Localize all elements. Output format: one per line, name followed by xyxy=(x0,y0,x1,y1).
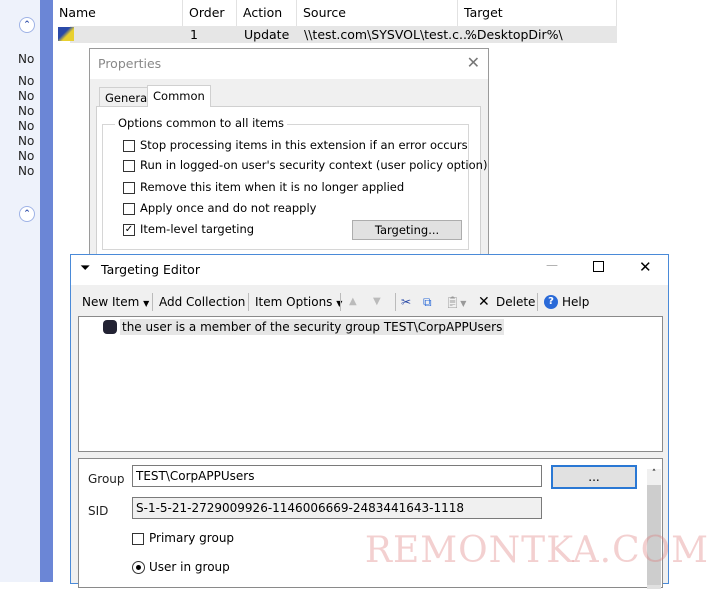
option-remove-item[interactable]: Remove this item when it is no longer ap… xyxy=(123,179,404,195)
option-apply-once[interactable]: Apply once and do not reapply xyxy=(123,200,316,216)
new-item-button[interactable]: New Item ▼ xyxy=(82,291,149,313)
minimize-icon[interactable]: — xyxy=(546,258,558,272)
user-group-icon xyxy=(103,320,117,334)
cut-icon[interactable]: ✂ xyxy=(401,291,411,313)
watermark: REMONTKA.COM xyxy=(364,530,709,571)
group-input[interactable]: TEST\CorpAPPUsers xyxy=(132,465,542,487)
primary-group-checkbox[interactable]: Primary group xyxy=(132,531,234,545)
sid-input: S-1-5-21-2729009926-1146006669-248344164… xyxy=(132,497,542,519)
delete-button[interactable]: Delete xyxy=(496,291,535,313)
item-options-button[interactable]: Item Options ▼ xyxy=(255,291,342,313)
copy-icon[interactable]: ⧉ xyxy=(423,291,432,313)
value-no: No xyxy=(18,149,35,163)
column-source[interactable]: Source xyxy=(297,0,458,26)
tree-item[interactable]: the user is a member of the security gro… xyxy=(120,319,505,335)
close-icon[interactable]: ✕ xyxy=(467,53,480,72)
help-icon[interactable]: ? xyxy=(544,295,558,309)
user-in-group-radio[interactable]: User in group xyxy=(132,560,230,574)
separator xyxy=(152,293,153,311)
row-target: %DesktopDir%\ xyxy=(465,27,563,42)
tab-common[interactable]: Common xyxy=(147,85,211,107)
option-run-as-user[interactable]: Run in logged-on user's security context… xyxy=(123,157,487,173)
collapse-icon[interactable]: ⌃ xyxy=(19,17,35,33)
row-order: 1 xyxy=(190,27,198,42)
group-label: Options common to all items xyxy=(115,116,288,130)
value-no: No xyxy=(18,74,35,88)
separator xyxy=(248,293,249,311)
move-down-icon: ▼ xyxy=(373,296,381,307)
value-no: No xyxy=(18,89,35,103)
sort-arrow-icon: ^ xyxy=(206,0,214,6)
help-button[interactable]: Help xyxy=(562,291,589,313)
option-stop-processing[interactable]: Stop processing items in this extension … xyxy=(123,137,468,153)
dialog-title: Properties xyxy=(90,49,488,79)
collapse-icon[interactable]: ⌃ xyxy=(19,206,35,222)
group-label: Group xyxy=(88,472,125,486)
value-no: No xyxy=(18,134,35,148)
move-up-icon: ▲ xyxy=(349,296,357,307)
separator xyxy=(340,293,341,311)
column-name[interactable]: Name xyxy=(53,0,183,26)
delete-icon[interactable]: ✕ xyxy=(478,291,490,313)
shortcut-item-icon xyxy=(58,27,74,41)
separator xyxy=(537,293,538,311)
option-item-level-targeting[interactable]: ✓ Item-level targeting xyxy=(123,221,254,237)
targeting-tree: the user is a member of the security gro… xyxy=(78,316,663,452)
targeting-button[interactable]: Targeting... xyxy=(352,220,462,240)
paste-icon: 📋︎▼ xyxy=(445,295,467,309)
value-no: No xyxy=(18,104,35,118)
sid-label: SID xyxy=(88,504,109,518)
value-no: No xyxy=(18,164,35,178)
row-action: Update xyxy=(244,27,290,42)
separator xyxy=(395,293,396,311)
properties-dialog: Properties ✕ General Common Options comm… xyxy=(89,48,489,258)
add-collection-button[interactable]: Add Collection xyxy=(159,291,245,313)
column-target[interactable]: Target xyxy=(458,0,617,26)
value-no: No xyxy=(18,52,35,66)
column-action[interactable]: Action xyxy=(237,0,297,26)
browse-button[interactable]: ... xyxy=(551,465,637,489)
window-title: Targeting Editor xyxy=(101,262,200,277)
scrollbar[interactable]: ˄ xyxy=(647,469,661,589)
row-source: \\test.com\SYSVOL\test.c... xyxy=(304,27,471,42)
maximize-icon[interactable] xyxy=(593,261,604,272)
close-icon[interactable]: ✕ xyxy=(639,258,652,276)
filter-icon: ⏷ xyxy=(80,261,91,276)
task-pane-border xyxy=(40,0,53,582)
value-no: No xyxy=(18,119,35,133)
